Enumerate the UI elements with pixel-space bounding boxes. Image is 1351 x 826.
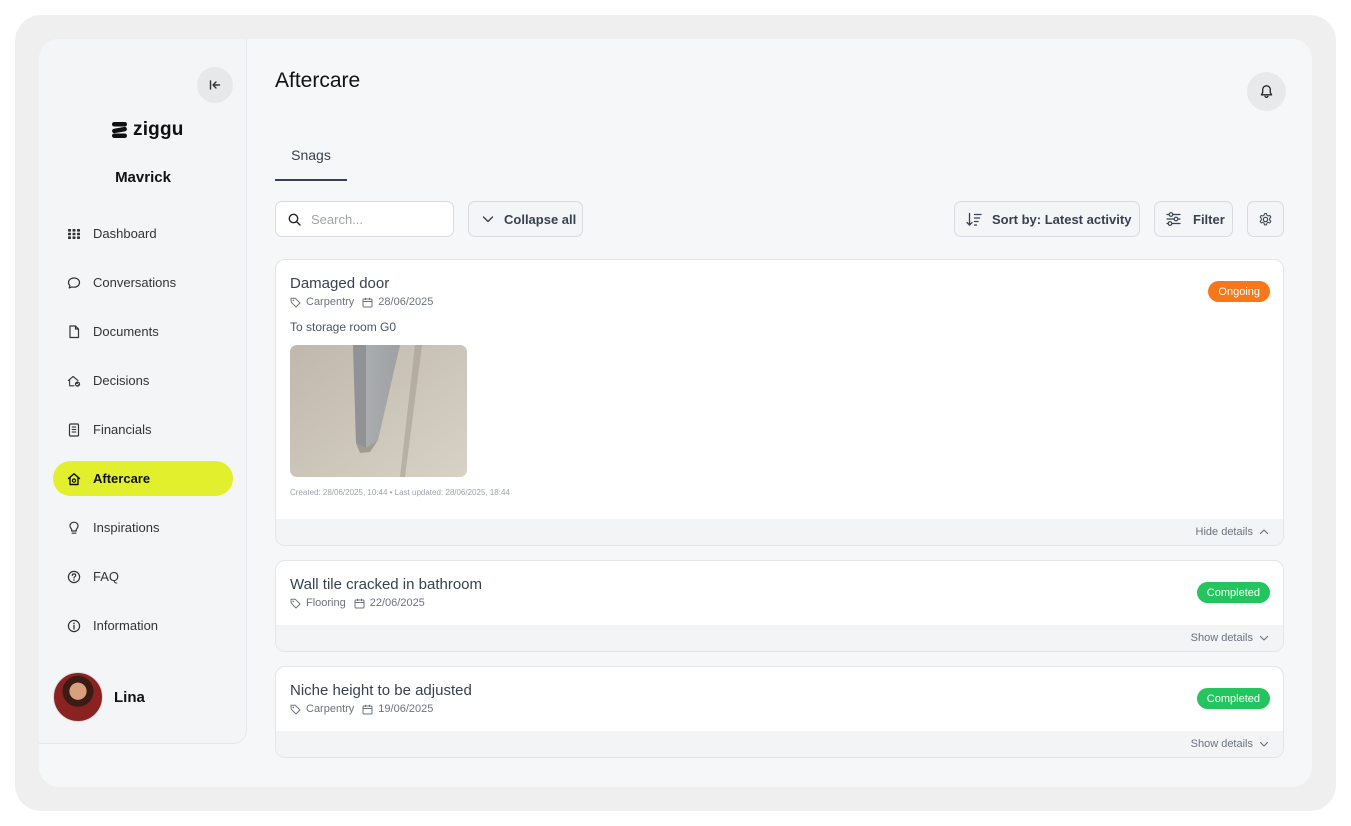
- snag-timestamps: Created: 28/06/2025, 10:44 • Last update…: [290, 488, 510, 497]
- sidebar-item-label: Aftercare: [93, 471, 151, 486]
- search-box: [275, 201, 454, 237]
- sort-label: Sort by: Latest activity: [992, 211, 1132, 227]
- filter-label: Filter: [1193, 211, 1225, 227]
- snag-photo[interactable]: [290, 345, 467, 477]
- sort-descending-icon: [966, 212, 982, 226]
- ziggu-logo-icon: [112, 122, 127, 138]
- chevron-down-icon: [482, 216, 494, 223]
- chevron-up-icon: [1259, 529, 1269, 535]
- snag-title: Wall tile cracked in bathroom: [290, 576, 483, 593]
- snag-meta: Flooring 22/06/2025: [290, 597, 425, 609]
- brand-logo: ziggu: [111, 119, 184, 141]
- snag-description: To storage room G0: [290, 320, 397, 334]
- sidebar-item-financials[interactable]: Financials: [53, 412, 233, 447]
- calendar-icon: [362, 704, 373, 715]
- chat-bubble-icon: [67, 276, 81, 290]
- toggle-details-button[interactable]: Hide details: [276, 519, 1283, 545]
- calendar-icon: [354, 598, 365, 609]
- tag-icon: [290, 598, 301, 609]
- snag-category: Carpentry: [306, 703, 355, 715]
- info-circle-icon: [67, 619, 81, 633]
- app-window: ziggu Mavrick Dashboard Conversations Do…: [39, 39, 1312, 787]
- project-name: Mavrick: [115, 169, 171, 186]
- sidebar-item-conversations[interactable]: Conversations: [53, 265, 233, 300]
- sidebar-item-decisions[interactable]: Decisions: [53, 363, 233, 398]
- snag-category: Carpentry: [306, 296, 355, 308]
- snag-title: Niche height to be adjusted: [290, 682, 472, 699]
- snag-card: Damaged door Carpentry 28/06/2025 Ongoin…: [275, 259, 1284, 546]
- status-badge: Completed: [1196, 688, 1270, 709]
- sidebar-item-label: Decisions: [93, 373, 150, 388]
- sidebar-item-label: Inspirations: [93, 520, 160, 535]
- sidebar-item-label: Documents: [93, 324, 159, 339]
- tag-icon: [290, 704, 301, 715]
- grid-icon: [67, 227, 81, 241]
- chevron-down-icon: [1259, 635, 1269, 641]
- toggle-details-label: Show details: [1190, 738, 1253, 750]
- toggle-details-button[interactable]: Show details: [276, 625, 1283, 651]
- notifications-button[interactable]: [1247, 72, 1286, 111]
- gear-icon: [1259, 212, 1272, 225]
- snag-date: 28/06/2025: [378, 296, 434, 308]
- page-title: Aftercare: [275, 69, 361, 92]
- collapse-sidebar-button[interactable]: [197, 67, 233, 103]
- bell-icon: [1260, 85, 1273, 99]
- sidebar-item-dashboard[interactable]: Dashboard: [53, 216, 233, 251]
- snag-date: 19/06/2025: [378, 703, 434, 715]
- collapse-left-icon: [209, 80, 221, 90]
- sidebar-item-inspirations[interactable]: Inspirations: [53, 510, 233, 545]
- search-input[interactable]: [311, 211, 441, 227]
- sidebar-item-label: Financials: [93, 422, 152, 437]
- collapse-all-button[interactable]: Collapse all: [468, 201, 583, 237]
- snag-meta: Carpentry 19/06/2025: [290, 703, 433, 715]
- filter-button[interactable]: Filter: [1154, 201, 1233, 237]
- question-circle-icon: [67, 570, 81, 584]
- house-icon: [67, 472, 81, 486]
- status-badge: Ongoing: [1208, 281, 1270, 302]
- sidebar-item-faq[interactable]: FAQ: [53, 559, 233, 594]
- sidebar-item-information[interactable]: Information: [53, 608, 233, 643]
- avatar: [53, 672, 103, 722]
- snag-card: Niche height to be adjusted Carpentry 19…: [275, 666, 1284, 758]
- sidebar-item-label: Information: [93, 618, 159, 633]
- status-badge: Completed: [1196, 582, 1270, 603]
- sidebar: ziggu Mavrick Dashboard Conversations Do…: [39, 39, 247, 744]
- snag-card: Wall tile cracked in bathroom Flooring 2…: [275, 560, 1284, 652]
- sidebar-item-label: Conversations: [93, 275, 177, 290]
- sidebar-item-label: Dashboard: [93, 226, 157, 241]
- snag-category: Flooring: [306, 597, 346, 609]
- user-name: Lina: [114, 688, 145, 706]
- collapse-all-label: Collapse all: [504, 211, 577, 227]
- toggle-details-label: Show details: [1190, 632, 1253, 644]
- logo-text: ziggu: [133, 119, 184, 140]
- sidebar-item-label: FAQ: [93, 569, 120, 584]
- toggle-details-label: Hide details: [1195, 526, 1253, 538]
- calendar-icon: [362, 297, 373, 308]
- house-check-icon: [67, 374, 81, 388]
- sidebar-item-aftercare[interactable]: Aftercare: [53, 461, 233, 496]
- settings-button[interactable]: [1247, 201, 1284, 237]
- toggle-details-button[interactable]: Show details: [276, 731, 1283, 757]
- search-icon: [288, 213, 301, 226]
- snag-title: Damaged door: [290, 275, 390, 292]
- snag-meta: Carpentry 28/06/2025: [290, 296, 433, 308]
- document-icon: [67, 324, 81, 339]
- sliders-icon: [1166, 212, 1181, 226]
- chevron-down-icon: [1259, 741, 1269, 747]
- tab-snags[interactable]: Snags: [275, 147, 347, 181]
- snag-date: 22/06/2025: [369, 597, 425, 609]
- receipt-icon: [67, 422, 81, 437]
- tag-icon: [290, 297, 301, 308]
- user-profile[interactable]: Lina: [53, 672, 145, 722]
- sort-button[interactable]: Sort by: Latest activity: [954, 201, 1140, 237]
- sidebar-item-documents[interactable]: Documents: [53, 314, 233, 349]
- lightbulb-icon: [67, 521, 81, 535]
- sidebar-nav: Dashboard Conversations Documents Decisi…: [53, 216, 233, 657]
